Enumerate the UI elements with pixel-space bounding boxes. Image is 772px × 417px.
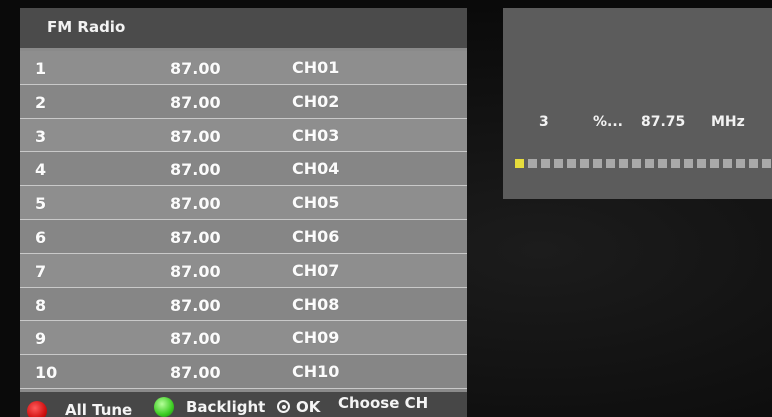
channel-name: CH05	[292, 193, 340, 213]
choose-channel-label: Choose CH	[338, 394, 429, 412]
all-tune-label[interactable]: All Tune	[65, 401, 132, 417]
channel-frequency: 87.00	[170, 194, 221, 214]
signal-meter-segment	[619, 159, 628, 168]
fm-radio-screen: FM Radio 1 87.00 CH01 2 87.00 CH02 3 87.…	[0, 0, 772, 417]
green-button-icon[interactable]	[154, 397, 174, 417]
channel-number: 8	[35, 295, 47, 315]
signal-meter-segment	[593, 159, 602, 168]
page-title: FM Radio	[47, 18, 126, 36]
channel-number: 7	[35, 261, 47, 281]
channel-name: CH09	[292, 328, 340, 348]
signal-meter-segment	[515, 159, 524, 168]
backlight-label[interactable]: Backlight	[186, 398, 265, 416]
channel-list: 1 87.00 CH01 2 87.00 CH02 3 87.00 CH03 4…	[20, 51, 467, 389]
signal-meter-segment	[671, 159, 680, 168]
red-button-icon[interactable]	[27, 401, 47, 417]
tuning-status-panel: 3 %... 87.75 MHz	[503, 8, 772, 199]
channel-name: CH08	[292, 294, 340, 314]
channel-number: 4	[35, 160, 47, 180]
channel-number: 6	[35, 227, 47, 247]
signal-meter-segment	[762, 159, 771, 168]
channel-number: 2	[35, 92, 47, 112]
signal-meter-segment	[528, 159, 537, 168]
channel-number: 10	[35, 363, 58, 383]
channel-row[interactable]: 9 87.00 CH09	[20, 321, 467, 356]
channel-frequency: 87.00	[170, 329, 221, 349]
channel-frequency: 87.00	[170, 126, 221, 146]
channel-number: 3	[35, 126, 47, 146]
channel-frequency: 87.00	[170, 363, 221, 383]
signal-meter-segment	[554, 159, 563, 168]
channel-row[interactable]: 7 87.00 CH07	[20, 253, 467, 288]
signal-meter-segment	[580, 159, 589, 168]
signal-meter-segment	[645, 159, 654, 168]
channel-frequency: 87.00	[170, 160, 221, 180]
channel-number: 1	[35, 59, 47, 78]
signal-meter-segment	[723, 159, 732, 168]
signal-meter-segment	[567, 159, 576, 168]
channel-name: CH07	[292, 260, 340, 280]
channel-frequency: 87.00	[170, 295, 221, 315]
signal-meter-segment	[632, 159, 641, 168]
scan-percent: %...	[593, 114, 623, 130]
key-hint-bar: All Tune Backlight OK Choose CH	[20, 392, 467, 417]
frequency-unit: MHz	[711, 114, 745, 130]
channel-name: CH01	[292, 58, 340, 77]
channel-name: CH06	[292, 226, 340, 246]
signal-meter-segment	[606, 159, 615, 168]
channel-frequency: 87.00	[170, 92, 221, 112]
channel-row[interactable]: 3 87.00 CH03	[20, 118, 467, 153]
channel-row[interactable]: 8 87.00 CH08	[20, 287, 467, 322]
panel-header: FM Radio	[20, 8, 467, 48]
channel-row[interactable]: 6 87.00 CH06	[20, 219, 467, 254]
current-frequency: 87.75	[641, 114, 686, 130]
channel-frequency: 87.00	[170, 261, 221, 281]
signal-meter-segment	[541, 159, 550, 168]
signal-meter	[515, 159, 772, 169]
channel-frequency: 87.00	[170, 59, 221, 78]
channel-list-panel: FM Radio 1 87.00 CH01 2 87.00 CH02 3 87.…	[20, 8, 467, 417]
ok-label[interactable]: OK	[296, 398, 320, 416]
channel-row[interactable]: 10 87.00 CH10	[20, 355, 467, 389]
signal-meter-segment	[658, 159, 667, 168]
channel-row[interactable]: 1 87.00 CH01	[20, 51, 467, 85]
channel-name: CH04	[292, 159, 340, 179]
signal-meter-segment	[710, 159, 719, 168]
channel-number: 9	[35, 329, 47, 349]
channel-frequency: 87.00	[170, 227, 221, 247]
signal-meter-segment	[736, 159, 745, 168]
signal-meter-segment	[684, 159, 693, 168]
channel-name: CH02	[292, 91, 340, 111]
current-channel-number: 3	[539, 114, 549, 130]
signal-meter-segment	[697, 159, 706, 168]
channel-row[interactable]: 5 87.00 CH05	[20, 186, 467, 220]
channel-row[interactable]: 2 87.00 CH02	[20, 84, 467, 119]
ok-button-icon[interactable]	[277, 400, 290, 413]
channel-name: CH10	[292, 362, 340, 382]
signal-meter-segment	[749, 159, 758, 168]
channel-row[interactable]: 4 87.00 CH04	[20, 152, 467, 187]
channel-name: CH03	[292, 125, 340, 145]
channel-number: 5	[35, 194, 47, 214]
